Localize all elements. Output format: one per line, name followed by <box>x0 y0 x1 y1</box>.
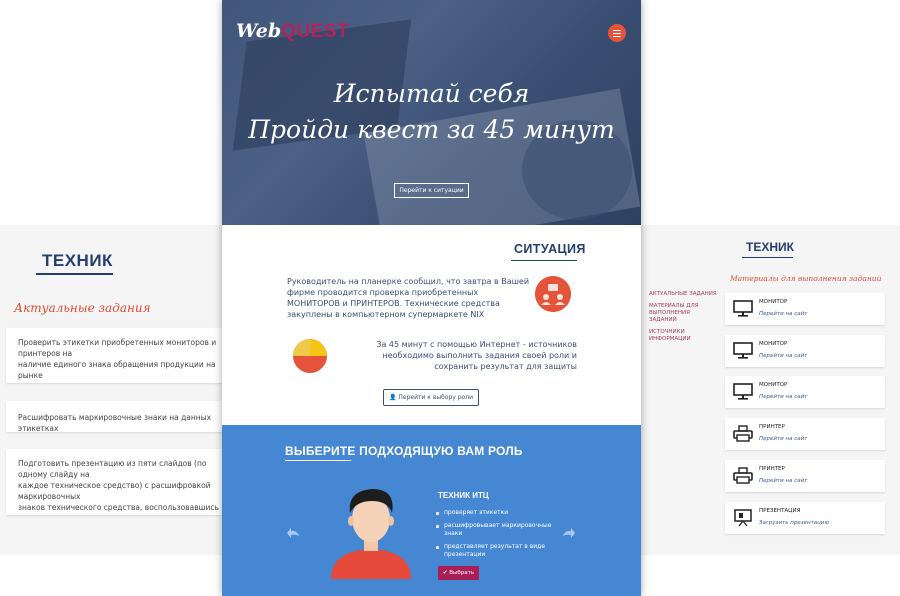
pie-chart-icon <box>293 339 327 373</box>
role-duties-list: проверяет этикетки расшифровывает маркир… <box>436 509 556 564</box>
situation-text: Руководитель на планерке сообщил, что за… <box>287 277 530 319</box>
title-underline <box>285 460 351 461</box>
role-title: ТЕХНИК <box>746 240 794 254</box>
hamburger-icon <box>613 29 621 31</box>
list-item: проверяет этикетки <box>436 509 556 517</box>
hamburger-icon-line <box>613 32 621 34</box>
resource-link[interactable]: Перейти на сайт <box>759 353 807 359</box>
resource-link[interactable]: Перейти на сайт <box>759 436 807 442</box>
role-title: ТЕХНИК <box>42 251 113 270</box>
logo-web-text: Web <box>236 20 282 42</box>
site-logo[interactable]: WebQUEST <box>236 20 349 43</box>
avatar <box>331 489 411 579</box>
monitor-icon <box>733 300 753 317</box>
monitor-icon <box>733 383 753 400</box>
resource-name: ПРИНТЕР <box>759 424 785 430</box>
list-item: представляет результат в виде презентаци… <box>436 543 556 559</box>
go-to-roles-button[interactable]: 👤 Перейти к выбору роли <box>383 389 479 406</box>
team-icon <box>535 276 571 312</box>
resource-name: МОНИТОР <box>759 341 788 347</box>
task-card[interactable]: Подготовить презентацию из пяти слайдов … <box>6 449 225 515</box>
roles-title: ВЫБЕРИТЕ ПОДХОДЯЩУЮ ВАМ РОЛЬ <box>285 444 523 458</box>
resource-card[interactable]: ПРИНТЕР Перейти на сайт <box>725 460 885 492</box>
title-underline <box>511 260 577 261</box>
resource-link[interactable]: Загрузить презентацию <box>759 520 829 526</box>
resource-link[interactable]: Перейти на сайт <box>759 478 807 484</box>
presentation-icon <box>734 509 752 527</box>
go-to-situation-button[interactable]: Перейти к ситуации <box>394 183 469 198</box>
roles-section: ВЫБЕРИТЕ ПОДХОДЯЩУЮ ВАМ РОЛЬ ТЕХНИК ИТЦ … <box>222 425 641 596</box>
resource-name: МОНИТОР <box>759 382 788 388</box>
printer-icon <box>733 467 753 484</box>
resource-card[interactable]: МОНИТОР Перейти на сайт <box>725 293 885 325</box>
situation-text: За 45 минут с помощью Интернет - источни… <box>376 340 577 371</box>
resource-card[interactable]: ПРЕЗЕНТАЦИЯ Загрузить презентацию <box>725 502 885 534</box>
monitor-icon <box>733 342 753 359</box>
tasks-subtitle: Актуальные задания <box>14 301 151 315</box>
materials-subtitle: Материалы для выполнения заданий <box>730 274 882 283</box>
printer-icon <box>733 425 753 442</box>
side-nav: АКТУАЛЬНЫЕ ЗАДАНИЯ МАТЕРИАЛЫ ДЛЯ ВЫПОЛНЕ… <box>649 291 719 348</box>
task-card[interactable]: Проверить этикетки приобретенных монитор… <box>6 328 225 383</box>
arrow-right-icon[interactable] <box>560 525 576 541</box>
hero-heading-line1: Испытай себя <box>333 79 530 108</box>
menu-button[interactable] <box>608 24 626 42</box>
resource-link[interactable]: Перейти на сайт <box>759 311 807 317</box>
role-name: ТЕХНИК ИТЦ <box>438 491 489 500</box>
resource-link[interactable]: Перейти на сайт <box>759 394 807 400</box>
resource-card[interactable]: МОНИТОР Перейти на сайт <box>725 376 885 408</box>
nav-item-tasks[interactable]: АКТУАЛЬНЫЕ ЗАДАНИЯ <box>649 291 719 298</box>
list-item: расшифровывает маркировочные знаки <box>436 522 556 538</box>
resource-card[interactable]: ПРИНТЕР Перейти на сайт <box>725 418 885 450</box>
resource-name: МОНИТОР <box>759 299 788 305</box>
resource-name: ПРЕЗЕНТАЦИЯ <box>759 508 801 514</box>
hamburger-icon-line <box>613 35 621 37</box>
choose-role-label: Выбрать <box>449 570 475 576</box>
hero-section: WebQUEST Испытай себя Пройди квест за 45… <box>222 0 641 225</box>
go-to-roles-label: Перейти к выбору роли <box>398 394 473 401</box>
materials-page-preview: ТЕХНИК Материалы для выполнения заданий … <box>641 225 900 555</box>
resource-name: ПРИНТЕР <box>759 466 785 472</box>
resource-card[interactable]: МОНИТОР Перейти на сайт <box>725 335 885 367</box>
nav-item-sources[interactable]: ИСТОЧНИКИ ИНФОРМАЦИИ <box>649 329 719 343</box>
title-underline <box>742 257 793 258</box>
hero-heading-line2: Пройди квест за 45 минут <box>248 115 615 144</box>
landing-page-preview: WebQUEST Испытай себя Пройди квест за 45… <box>222 0 641 596</box>
title-underline <box>36 273 113 275</box>
user-icon: 👤 <box>389 394 399 401</box>
screenshot-stage: ТЕХНИК Актуальные задания Проверить этик… <box>0 0 900 596</box>
tasks-page-preview: ТЕХНИК Актуальные задания Проверить этик… <box>0 225 225 555</box>
choose-role-button[interactable]: ✔ Выбрать <box>438 566 479 580</box>
task-card[interactable]: Расшифровать маркировочные знаки на данн… <box>6 401 225 432</box>
logo-quest-text: QUEST <box>281 21 350 42</box>
situation-title: СИТУАЦИЯ <box>514 242 586 256</box>
arrow-left-icon[interactable] <box>286 525 302 541</box>
nav-item-materials[interactable]: МАТЕРИАЛЫ ДЛЯ ВЫПОЛНЕНИЯ ЗАДАНИЙ <box>649 303 719 324</box>
